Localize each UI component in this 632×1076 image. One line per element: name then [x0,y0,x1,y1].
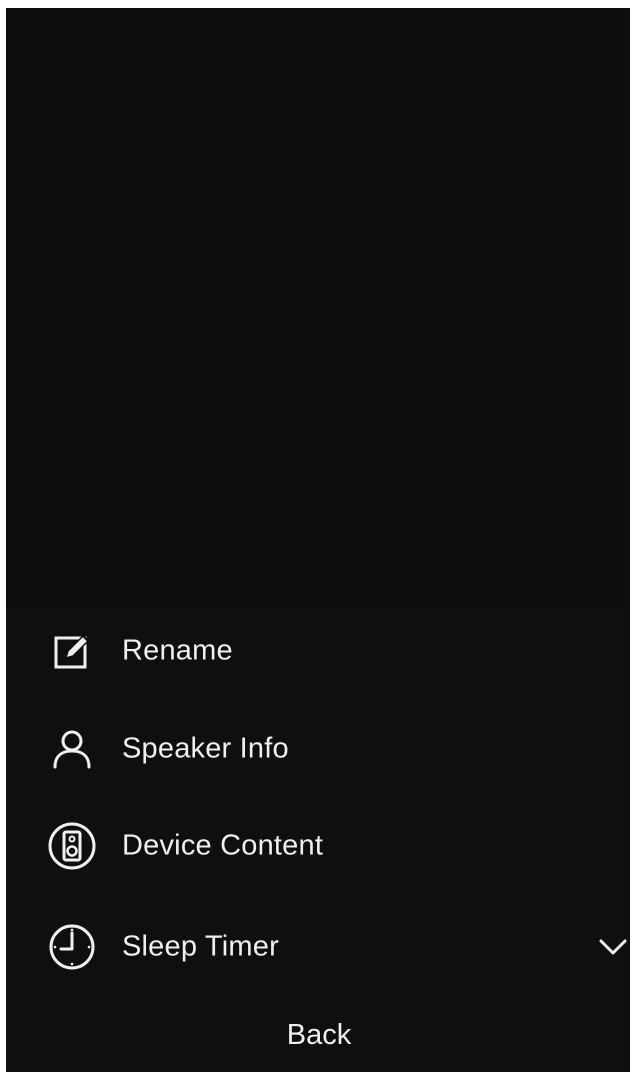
rename-icon [44,623,100,679]
clock-icon [44,919,100,975]
empty-backdrop[interactable] [6,8,630,608]
menu-item-label: Rename [122,634,233,667]
app-screen: Rename Speaker Info Device Content Sleep… [6,8,630,1072]
menu-item-rename[interactable]: Rename [6,602,630,700]
menu-item-sleep-timer[interactable]: Sleep Timer [6,895,630,999]
menu-item-label: Device Content [122,829,324,862]
menu-item-label: Speaker Info [122,732,289,764]
back-button[interactable]: Back [6,998,630,1072]
chevron-down-icon[interactable] [598,932,628,962]
menu-item-label: Sleep Timer [122,930,279,963]
person-icon [44,721,100,777]
back-label: Back [286,1018,352,1051]
speaker-device-icon [44,818,100,874]
menu-item-device-content[interactable]: Device Content [6,797,630,895]
menu-item-speaker-info[interactable]: Speaker Info [6,700,630,797]
speaker-options-menu: Rename Speaker Info Device Content Sleep… [6,602,630,999]
